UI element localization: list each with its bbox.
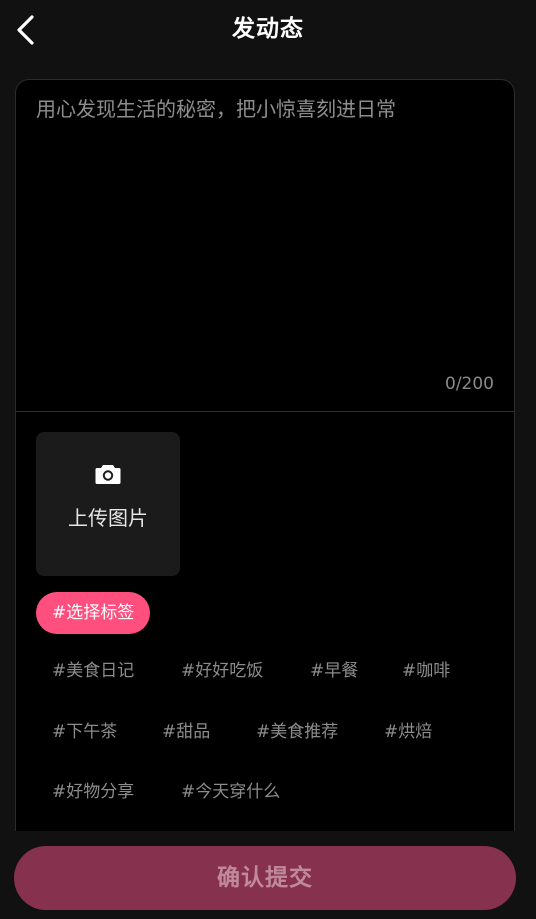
- divider: [16, 411, 514, 412]
- tag-item[interactable]: #美食推荐: [256, 720, 338, 744]
- upload-image-button[interactable]: 上传图片: [36, 432, 180, 576]
- tag-item[interactable]: #烘焙: [384, 720, 432, 744]
- char-count: 0/200: [445, 374, 494, 394]
- tag-item[interactable]: #今天穿什么: [181, 780, 280, 804]
- tag-item[interactable]: #下午茶: [52, 720, 117, 744]
- post-content-input[interactable]: [16, 80, 514, 412]
- tag-item[interactable]: #早餐: [310, 659, 358, 683]
- post-editor-card: 0/200 上传图片 #选择标签 #美食日记 #好好吃饭 #早餐 #咖啡 #下午…: [15, 79, 515, 831]
- tag-item[interactable]: #甜品: [162, 720, 210, 744]
- tag-item[interactable]: #美食日记: [52, 659, 134, 683]
- camera-icon: [95, 465, 121, 484]
- upload-image-label: 上传图片: [68, 506, 148, 530]
- select-tag-button[interactable]: #选择标签: [36, 592, 151, 634]
- submit-button[interactable]: 确认提交: [14, 846, 516, 910]
- page-title: 发动态: [232, 16, 304, 42]
- tag-item[interactable]: #咖啡: [402, 659, 450, 683]
- tag-item[interactable]: #好物分享: [52, 780, 134, 804]
- tag-item[interactable]: #好好吃饭: [181, 659, 263, 683]
- header: 发动态: [0, 0, 536, 60]
